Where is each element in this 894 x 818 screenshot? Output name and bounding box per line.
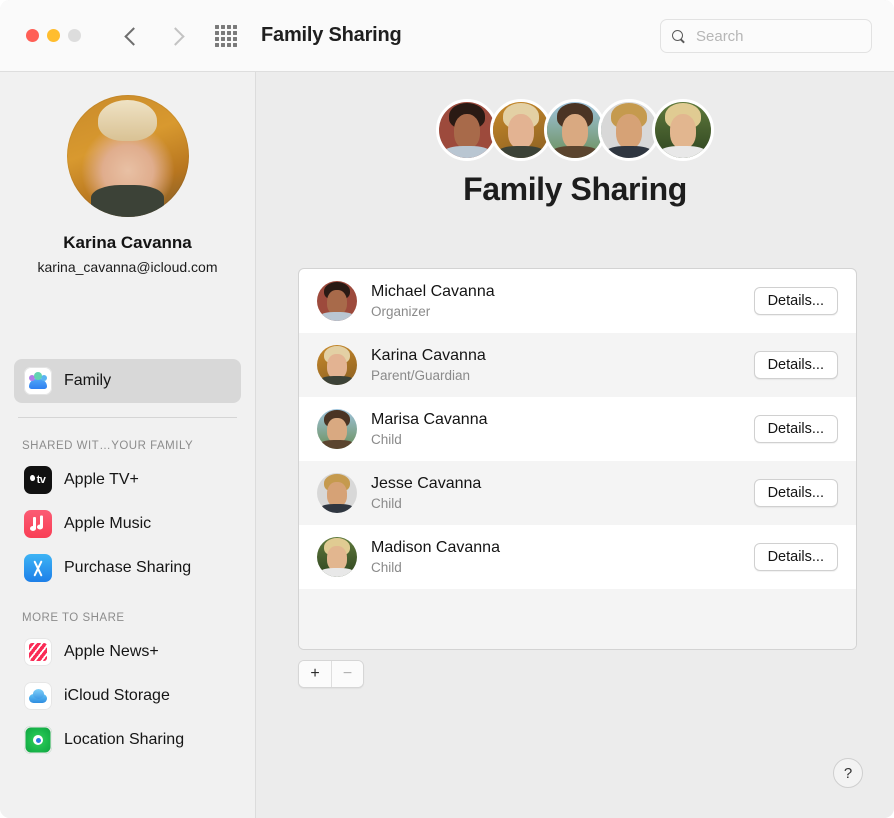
sidebar-group-title-more: MORE TO SHARE <box>22 612 125 624</box>
member-role: Parent/Guardian <box>371 367 471 383</box>
avatar <box>317 345 357 385</box>
family-icon <box>24 367 52 395</box>
profile-block: Karina Cavanna karina_cavanna@icloud.com <box>0 72 255 275</box>
details-button[interactable]: Details... <box>753 287 838 315</box>
sidebar-item-label: Apple Music <box>64 515 152 532</box>
member-avatar-stack <box>436 99 714 161</box>
sidebar-item-label: Purchase Sharing <box>64 559 192 576</box>
avatar <box>598 99 660 161</box>
remove-member-button[interactable]: − <box>331 661 363 687</box>
details-button[interactable]: Details... <box>753 479 838 507</box>
sidebar-item-icloud-storage[interactable]: iCloud Storage <box>14 674 241 718</box>
search-icon <box>671 29 686 44</box>
sidebar-item-label: Location Sharing <box>64 731 185 748</box>
sidebar-item-label: iCloud Storage <box>64 687 170 704</box>
close-button[interactable] <box>26 29 39 42</box>
sidebar-item-family[interactable]: Family <box>14 359 241 403</box>
find-my-icon <box>24 726 52 754</box>
member-name: Michael Cavanna <box>371 282 495 300</box>
sidebar-item-label: Family <box>64 372 112 389</box>
search-input[interactable] <box>694 26 848 46</box>
avatar <box>66 95 189 217</box>
icloud-icon <box>24 682 52 710</box>
sidebar-item-apple-music[interactable]: Apple Music <box>14 502 241 546</box>
avatar <box>436 99 498 161</box>
table-row[interactable]: Karina Cavanna Parent/Guardian Details..… <box>299 333 856 397</box>
help-button[interactable]: ? <box>833 758 863 788</box>
member-role: Organizer <box>371 303 431 319</box>
content-pane: Family Sharing Michael Cavanna Organizer… <box>256 72 894 818</box>
avatar <box>544 99 606 161</box>
avatar <box>317 409 357 449</box>
family-members-list: Michael Cavanna Organizer Details... Kar… <box>298 268 857 650</box>
table-row[interactable]: Madison Cavanna Child Details... <box>299 525 856 589</box>
apple-music-icon <box>24 510 52 538</box>
member-name: Madison Cavanna <box>371 538 500 556</box>
app-store-icon <box>24 554 52 582</box>
member-role: Child <box>371 431 402 447</box>
details-button[interactable]: Details... <box>753 351 838 379</box>
table-row[interactable]: Marisa Cavanna Child Details... <box>299 397 856 461</box>
avatar <box>317 473 357 513</box>
sidebar-divider <box>18 417 237 418</box>
grid-view-icon[interactable] <box>215 24 237 47</box>
avatar <box>652 99 714 161</box>
chevron-right-icon[interactable] <box>167 23 185 49</box>
window-title: Family Sharing <box>261 24 402 46</box>
avatar <box>317 537 357 577</box>
zoom-button[interactable] <box>68 29 81 42</box>
member-name: Karina Cavanna <box>371 346 486 364</box>
sidebar-item-apple-news[interactable]: Apple News+ <box>14 630 241 674</box>
search-field[interactable] <box>660 19 872 53</box>
member-role: Child <box>371 495 402 511</box>
details-button[interactable]: Details... <box>753 415 838 443</box>
apple-news-icon <box>24 638 52 666</box>
table-row[interactable]: Jesse Cavanna Child Details... <box>299 461 856 525</box>
member-role: Child <box>371 559 402 575</box>
table-row[interactable]: Michael Cavanna Organizer Details... <box>299 269 856 333</box>
add-remove-segmented-control: + − <box>298 660 364 688</box>
member-name: Marisa Cavanna <box>371 410 488 428</box>
traffic-lights <box>26 29 81 42</box>
sidebar-item-apple-tv[interactable]: Apple TV+ <box>14 458 241 502</box>
page-title: Family Sharing <box>463 171 687 207</box>
details-button[interactable]: Details... <box>753 543 838 571</box>
profile-email: karina_cavanna@icloud.com <box>37 259 218 275</box>
profile-name: Karina Cavanna <box>63 233 192 252</box>
chevron-left-icon[interactable] <box>123 23 141 49</box>
minimize-button[interactable] <box>47 29 60 42</box>
avatar <box>317 281 357 321</box>
sidebar: Karina Cavanna karina_cavanna@icloud.com… <box>0 72 256 818</box>
avatar <box>490 99 552 161</box>
sidebar-item-label: Apple News+ <box>64 643 159 660</box>
member-name: Jesse Cavanna <box>371 474 482 492</box>
navigation-buttons <box>123 23 185 49</box>
apple-tv-icon <box>24 466 52 494</box>
sidebar-group-title-shared: SHARED WIT…YOUR FAMILY <box>22 440 194 452</box>
sidebar-item-location-sharing[interactable]: Location Sharing <box>14 718 241 762</box>
sidebar-item-purchase-sharing[interactable]: Purchase Sharing <box>14 546 241 590</box>
sidebar-item-label: Apple TV+ <box>64 471 139 488</box>
title-bar: Family Sharing <box>0 0 894 72</box>
list-empty-area <box>299 589 856 649</box>
add-member-button[interactable]: + <box>299 661 331 687</box>
preferences-window: Family Sharing Karina Cavanna karina_cav… <box>0 0 894 818</box>
